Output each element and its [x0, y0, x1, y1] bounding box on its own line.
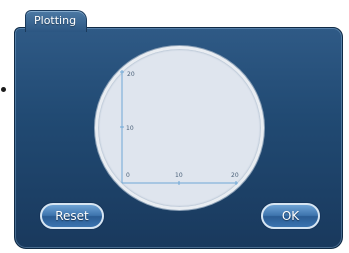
y-tick-label-10: 10 [126, 125, 134, 132]
stage: Plotting 20 10 0 10 20 Reset OK [0, 0, 349, 253]
tab-plotting-label: Plotting [34, 14, 77, 27]
x-tick-label-20: 20 [231, 172, 239, 179]
tab-plotting[interactable]: Plotting [25, 10, 87, 32]
ok-button[interactable]: OK [261, 203, 320, 229]
y-tick-label-20: 20 [127, 71, 135, 78]
x-tick-label-10: 10 [175, 172, 183, 179]
origin-label: 0 [126, 172, 130, 179]
reset-button[interactable]: Reset [40, 203, 104, 229]
